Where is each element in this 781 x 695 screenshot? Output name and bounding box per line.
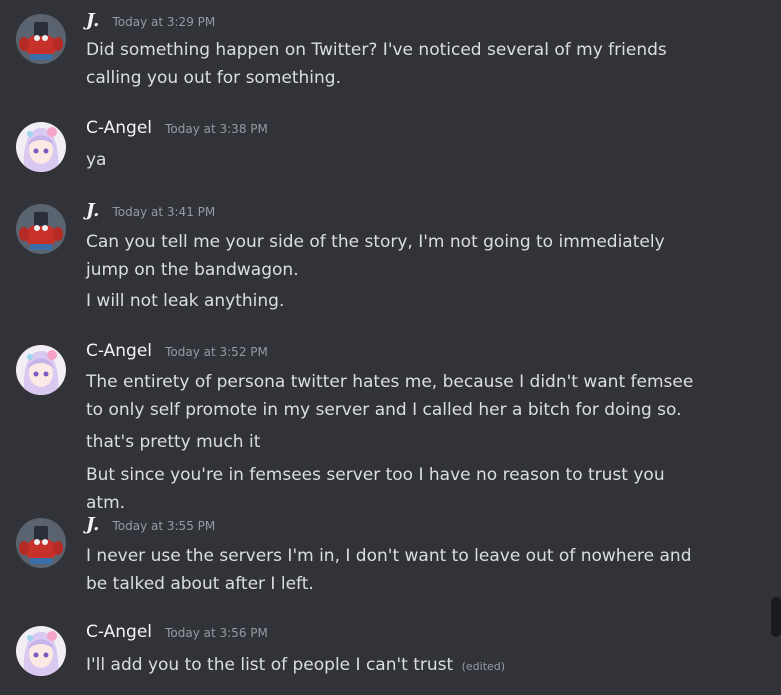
username[interactable]: J. bbox=[86, 10, 99, 31]
message-text: Did something happen on Twitter? I've no… bbox=[86, 40, 667, 88]
timestamp[interactable]: Today at 3:52 PM bbox=[165, 345, 268, 359]
avatar-j[interactable] bbox=[16, 518, 66, 568]
message-header: J. Today at 3:29 PM bbox=[86, 10, 215, 31]
message-group: C-Angel Today at 3:56 PM I'll add you to… bbox=[0, 622, 760, 686]
message-text: The entirety of persona twitter hates me… bbox=[86, 372, 694, 420]
message-header: C-Angel Today at 3:52 PM bbox=[86, 341, 268, 361]
message-text: I'll add you to the list of people I can… bbox=[86, 651, 706, 681]
timestamp[interactable]: Today at 3:56 PM bbox=[165, 626, 268, 640]
message-text: But since you're in femsees server too I… bbox=[86, 465, 665, 513]
message-header: C-Angel Today at 3:56 PM bbox=[86, 622, 268, 642]
timestamp[interactable]: Today at 3:55 PM bbox=[112, 519, 215, 533]
username[interactable]: J. bbox=[86, 200, 99, 221]
timestamp[interactable]: Today at 3:29 PM bbox=[112, 15, 215, 29]
message-header: J. Today at 3:55 PM bbox=[86, 514, 215, 535]
message-group: J. Today at 3:41 PM Can you tell me your… bbox=[0, 200, 760, 316]
message-text-content: I'll add you to the list of people I can… bbox=[86, 655, 454, 675]
avatar-c-angel[interactable] bbox=[16, 345, 66, 395]
message-group: J. Today at 3:29 PM Did something happen… bbox=[0, 10, 760, 94]
chat-message-list: J. Today at 3:29 PM Did something happen… bbox=[0, 0, 781, 695]
anime-girl-avatar-icon bbox=[16, 626, 66, 676]
message-text: Can you tell me your side of the story, … bbox=[86, 232, 665, 280]
message-text: I never use the servers I'm in, I don't … bbox=[86, 546, 692, 594]
username[interactable]: C-Angel bbox=[86, 622, 152, 642]
username[interactable]: C-Angel bbox=[86, 341, 152, 361]
username[interactable]: J. bbox=[86, 514, 99, 535]
anime-girl-avatar-icon bbox=[16, 122, 66, 172]
timestamp[interactable]: Today at 3:38 PM bbox=[165, 122, 268, 136]
message-text: ya bbox=[86, 150, 107, 170]
avatar-c-angel[interactable] bbox=[16, 626, 66, 676]
scrollbar-thumb[interactable] bbox=[771, 597, 781, 637]
anime-girl-avatar-icon bbox=[16, 345, 66, 395]
avatar-c-angel[interactable] bbox=[16, 122, 66, 172]
timestamp[interactable]: Today at 3:41 PM bbox=[112, 205, 215, 219]
avatar-j[interactable] bbox=[16, 204, 66, 254]
message-header: C-Angel Today at 3:38 PM bbox=[86, 118, 268, 138]
crab-avatar-icon bbox=[16, 14, 66, 64]
message-text: I will not leak anything. bbox=[86, 291, 285, 311]
edited-tag[interactable]: (edited) bbox=[462, 660, 505, 673]
username[interactable]: C-Angel bbox=[86, 118, 152, 138]
avatar-j[interactable] bbox=[16, 14, 66, 64]
crab-avatar-icon bbox=[16, 518, 66, 568]
message-text: that's pretty much it bbox=[86, 432, 261, 452]
message-group: J. Today at 3:55 PM I never use the serv… bbox=[0, 514, 760, 598]
message-group: C-Angel Today at 3:52 PM The entirety of… bbox=[0, 341, 760, 513]
message-header: J. Today at 3:41 PM bbox=[86, 200, 215, 221]
crab-avatar-icon bbox=[16, 204, 66, 254]
message-group: C-Angel Today at 3:38 PM ya bbox=[0, 118, 760, 182]
